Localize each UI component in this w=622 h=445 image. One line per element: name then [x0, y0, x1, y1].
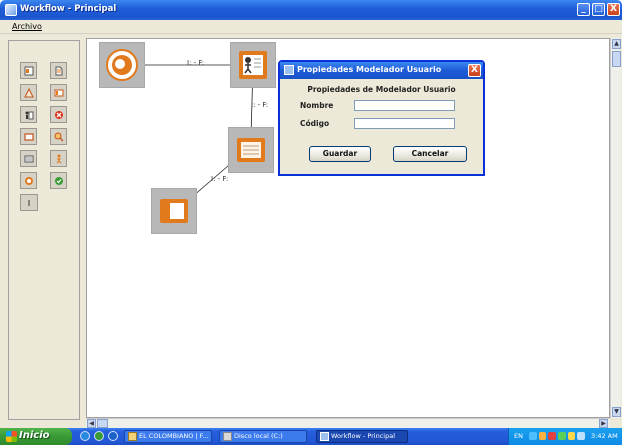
taskbar-item-label: Disco local (C:)	[234, 432, 283, 440]
book-node[interactable]	[151, 188, 197, 234]
window-glyph	[54, 89, 63, 96]
document-node-icon	[237, 138, 265, 162]
vertical-scroll-thumb[interactable]	[612, 51, 621, 67]
taskbar-item-label: Workflow - Principal	[331, 432, 396, 440]
start-label: Inicio	[19, 430, 50, 441]
browser-quicklaunch-icon[interactable]	[80, 431, 90, 441]
user-node-icon	[239, 51, 267, 79]
book-node-icon	[160, 199, 188, 223]
app-icon	[5, 4, 17, 16]
taskbar-item-browser[interactable]: EL COLOMBIANO | F...	[124, 430, 212, 443]
stop-glyph	[54, 110, 63, 119]
user-group-icon[interactable]	[20, 106, 37, 123]
document-glyph	[55, 66, 62, 75]
dialog-app-icon	[284, 65, 294, 75]
scroll-down-arrow-icon[interactable]: ▼	[612, 407, 621, 417]
start-node[interactable]	[99, 42, 145, 88]
info-glyph	[28, 199, 30, 206]
messenger-icon[interactable]	[567, 432, 576, 440]
start-node-icon	[106, 49, 138, 81]
actor-glyph	[56, 154, 61, 163]
user-node[interactable]	[230, 42, 276, 88]
info-icon[interactable]	[20, 194, 38, 211]
volume-icon[interactable]	[577, 432, 586, 440]
windows-logo-icon	[6, 431, 17, 442]
window-icon[interactable]	[50, 84, 67, 101]
language-indicator[interactable]: EN	[514, 432, 523, 440]
start-button[interactable]: Inicio	[0, 428, 72, 445]
task-icon[interactable]	[20, 62, 37, 79]
search-icon[interactable]	[50, 128, 67, 145]
scroll-right-arrow-icon[interactable]: ▶	[599, 419, 608, 428]
taskbar-item-label: EL COLOMBIANO | F...	[139, 432, 209, 440]
close-button[interactable]: X	[607, 3, 620, 16]
connection-label: I: - F:	[211, 175, 229, 183]
task-glyph	[24, 66, 33, 75]
start-icon[interactable]	[20, 172, 37, 189]
approve-glyph	[54, 176, 63, 185]
actor-icon[interactable]	[50, 150, 67, 167]
dialog-heading: Propiedades de Modelador Usuario	[307, 85, 456, 94]
form-icon[interactable]	[20, 150, 37, 167]
nombre-label: Nombre	[300, 101, 334, 110]
alert-icon[interactable]	[548, 432, 557, 440]
window-titlebar[interactable]: Workflow - Principal _ □ X	[0, 0, 622, 20]
scroll-left-arrow-icon[interactable]: ◀	[87, 419, 96, 428]
taskbar-item-workflow[interactable]: Workflow - Principal	[316, 430, 408, 443]
tool-palette	[8, 40, 80, 420]
clock[interactable]: 3:42 AM	[591, 432, 618, 440]
rectangle-glyph	[23, 132, 34, 141]
taskbar: Inicio EL COLOMBIANO | F... Disco local …	[0, 428, 622, 445]
connection-label: I: - F:	[187, 59, 205, 67]
media-quicklaunch-icon[interactable]	[94, 431, 104, 441]
start-glyph	[24, 176, 33, 185]
maximize-button[interactable]: □	[592, 3, 605, 16]
scroll-up-arrow-icon[interactable]: ▲	[612, 39, 621, 49]
java-app-icon	[320, 432, 329, 441]
document-node[interactable]	[228, 127, 274, 173]
folder-icon	[128, 432, 137, 441]
network-icon[interactable]	[529, 432, 537, 440]
desktop-quicklaunch-icon[interactable]	[108, 431, 118, 441]
form-glyph	[24, 155, 33, 162]
codigo-field[interactable]	[354, 118, 455, 129]
menu-archivo[interactable]: Archivo	[12, 22, 42, 31]
vertical-scrollbar[interactable]: ▲ ▼	[610, 38, 621, 418]
triangle-glyph	[23, 87, 34, 97]
dialog-title: Propiedades Modelador Usuario	[297, 65, 442, 74]
horizontal-scrollbar[interactable]: ◀ ▶	[86, 418, 610, 428]
dialog-titlebar[interactable]: Propiedades Modelador Usuario X	[280, 62, 483, 79]
cancel-button[interactable]: Cancelar	[393, 146, 467, 162]
search-glyph	[54, 132, 63, 141]
disk-icon	[223, 432, 232, 441]
properties-dialog: Propiedades Modelador Usuario X Propieda…	[278, 60, 485, 176]
menubar: Archivo	[0, 20, 622, 34]
document-icon[interactable]	[50, 62, 67, 79]
tray-icons	[529, 432, 586, 441]
nombre-field[interactable]	[354, 100, 455, 111]
taskbar-item-disk[interactable]: Disco local (C:)	[219, 430, 307, 443]
approve-icon[interactable]	[50, 172, 67, 189]
save-button[interactable]: Guardar	[309, 146, 371, 162]
triangle-icon[interactable]	[20, 84, 37, 101]
minimize-button[interactable]: _	[577, 3, 590, 16]
stop-icon[interactable]	[50, 106, 67, 123]
antivirus-icon[interactable]	[558, 432, 566, 440]
connection-label: I: - F:	[251, 101, 269, 109]
window-title: Workflow - Principal	[20, 4, 117, 14]
system-tray: EN 3:42 AM	[508, 428, 622, 445]
user-group-glyph	[25, 111, 33, 119]
horizontal-scroll-thumb[interactable]	[97, 419, 108, 428]
rectangle-icon[interactable]	[20, 128, 37, 145]
codigo-label: Código	[300, 119, 330, 128]
dialog-close-button[interactable]: X	[468, 64, 481, 77]
security-icon[interactable]	[538, 432, 547, 440]
